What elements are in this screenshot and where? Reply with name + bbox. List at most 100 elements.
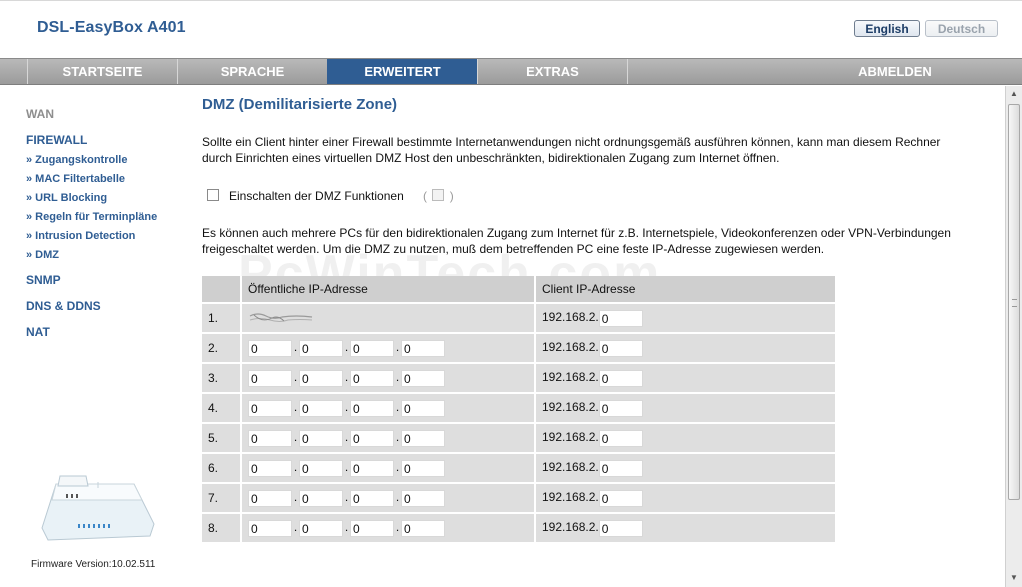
brand-title: DSL-EasyBox A401: [37, 19, 186, 36]
client-ip-prefix: 192.168.2.: [542, 520, 599, 535]
public-ip-octet-2[interactable]: 0: [299, 429, 343, 447]
deutsch-button[interactable]: Deutsch: [925, 20, 998, 37]
router-device-image: [41, 475, 155, 541]
dmz-status-indicator: ( ): [423, 189, 454, 203]
client-ip-input[interactable]: 0: [598, 339, 643, 357]
scroll-down-icon[interactable]: ▼: [1006, 570, 1022, 586]
public-ip-octet-2[interactable]: 0: [299, 339, 343, 357]
col-client-ip-header: Client IP-Adresse: [534, 276, 835, 302]
client-ip-cell: 192.168.2. 0: [534, 422, 835, 452]
client-ip-prefix: 192.168.2.: [542, 340, 599, 355]
paren-close: ): [449, 189, 454, 203]
table-row: 6. 0.0.0.0 192.168.2. 0: [202, 452, 835, 482]
public-ip-octet-2[interactable]: 0: [299, 369, 343, 387]
client-ip-input[interactable]: 0: [598, 309, 643, 327]
public-ip-octet-3[interactable]: 0: [350, 399, 394, 417]
public-ip-octet-4[interactable]: 0: [401, 399, 445, 417]
client-ip-input[interactable]: 0: [598, 519, 643, 537]
client-ip-prefix: 192.168.2.: [542, 310, 599, 325]
client-ip-cell: 192.168.2. 0: [534, 362, 835, 392]
dmz-table: Öffentliche IP-Adresse Client IP-Adresse…: [202, 276, 835, 542]
public-ip-octet-2[interactable]: 0: [299, 519, 343, 537]
public-ip-cell: 0.0.0.0: [240, 482, 534, 512]
public-ip-octet-2[interactable]: 0: [299, 489, 343, 507]
scrollbar-thumb[interactable]: [1008, 104, 1020, 500]
client-ip-prefix: 192.168.2.: [542, 400, 599, 415]
col-num-header: [202, 276, 240, 302]
sidebar-item-firewall[interactable]: FIREWALL: [26, 133, 87, 147]
client-ip-input[interactable]: 0: [598, 489, 643, 507]
nav-sprache[interactable]: SPRACHE: [177, 59, 327, 84]
page-title: DMZ (Demilitarisierte Zone): [202, 96, 398, 113]
nav-startseite[interactable]: STARTSEITE: [27, 59, 177, 84]
public-ip-octet-1[interactable]: 0: [248, 339, 292, 357]
client-ip-input[interactable]: 0: [598, 429, 643, 447]
paren-open: (: [423, 189, 427, 203]
row-number: 6.: [202, 452, 240, 482]
row-number: 1.: [202, 302, 240, 332]
enable-dmz-checkbox[interactable]: [207, 189, 219, 201]
client-ip-cell: 192.168.2. 0: [534, 512, 835, 542]
public-ip-octet-3[interactable]: 0: [350, 459, 394, 477]
public-ip-octet-3[interactable]: 0: [350, 429, 394, 447]
table-row: 7. 0.0.0.0 192.168.2. 0: [202, 482, 835, 512]
nav-erweitert[interactable]: ERWEITERT: [327, 59, 477, 84]
client-ip-prefix: 192.168.2.: [542, 490, 599, 505]
public-ip-octet-4[interactable]: 0: [401, 489, 445, 507]
client-ip-cell: 192.168.2. 0: [534, 332, 835, 362]
public-ip-octet-3[interactable]: 0: [350, 519, 394, 537]
sidebar-item-url-blocking[interactable]: » URL Blocking: [26, 192, 107, 204]
public-ip-octet-3[interactable]: 0: [350, 339, 394, 357]
public-ip-octet-1[interactable]: 0: [248, 519, 292, 537]
client-ip-cell: 192.168.2. 0: [534, 392, 835, 422]
firmware-version: Firmware Version:10.02.511: [31, 559, 156, 570]
vertical-scrollbar[interactable]: ▲ ▼: [1005, 86, 1022, 587]
main-content: PcWinTech.com DMZ (Demilitarisierte Zone…: [190, 86, 1005, 587]
nav-abmelden[interactable]: ABMELDEN: [627, 59, 1022, 84]
public-ip-octet-3[interactable]: 0: [350, 489, 394, 507]
sidebar-item-dns-ddns[interactable]: DNS & DDNS: [26, 299, 101, 313]
sidebar: WAN FIREWALL » Zugangskontrolle » MAC Fi…: [0, 86, 190, 587]
public-ip-octet-4[interactable]: 0: [401, 369, 445, 387]
public-ip-cell: 0.0.0.0: [240, 362, 534, 392]
public-ip-octet-1[interactable]: 0: [248, 399, 292, 417]
redacted-ip-scribble: [249, 313, 313, 323]
sidebar-item-intrusion-detection[interactable]: » Intrusion Detection: [26, 230, 135, 242]
public-ip-octet-2[interactable]: 0: [299, 459, 343, 477]
public-ip-cell: [240, 302, 534, 332]
row-number: 4.: [202, 392, 240, 422]
public-ip-octet-1[interactable]: 0: [248, 459, 292, 477]
client-ip-input[interactable]: 0: [598, 459, 643, 477]
sidebar-item-nat[interactable]: NAT: [26, 325, 50, 339]
sidebar-item-mac-filtertabelle[interactable]: » MAC Filtertabelle: [26, 173, 125, 185]
client-ip-prefix: 192.168.2.: [542, 460, 599, 475]
public-ip-octet-1[interactable]: 0: [248, 489, 292, 507]
public-ip-cell: 0.0.0.0: [240, 332, 534, 362]
sidebar-item-terminplaene[interactable]: » Regeln für Terminpläne: [26, 211, 157, 223]
client-ip-input[interactable]: 0: [598, 399, 643, 417]
public-ip-cell: 0.0.0.0: [240, 512, 534, 542]
client-ip-input[interactable]: 0: [598, 369, 643, 387]
english-button[interactable]: English: [854, 20, 920, 37]
public-ip-octet-4[interactable]: 0: [401, 519, 445, 537]
client-ip-cell: 192.168.2. 0: [534, 452, 835, 482]
public-ip-octet-2[interactable]: 0: [299, 399, 343, 417]
public-ip-octet-1[interactable]: 0: [248, 429, 292, 447]
nav-extras[interactable]: EXTRAS: [477, 59, 627, 84]
sidebar-item-snmp[interactable]: SNMP: [26, 273, 61, 287]
public-ip-octet-4[interactable]: 0: [401, 459, 445, 477]
public-ip-octet-1[interactable]: 0: [248, 369, 292, 387]
public-ip-octet-4[interactable]: 0: [401, 339, 445, 357]
enable-dmz-label: Einschalten der DMZ Funktionen: [229, 189, 404, 203]
sidebar-item-zugangskontrolle[interactable]: » Zugangskontrolle: [26, 154, 127, 166]
table-row: 4. 0.0.0.0 192.168.2. 0: [202, 392, 835, 422]
sidebar-item-wan[interactable]: WAN: [26, 107, 54, 121]
public-ip-octet-4[interactable]: 0: [401, 429, 445, 447]
scroll-up-icon[interactable]: ▲: [1006, 86, 1022, 102]
main-nav: STARTSEITE SPRACHE ERWEITERT EXTRAS ABME…: [0, 58, 1022, 85]
sidebar-item-dmz[interactable]: » DMZ: [26, 249, 59, 261]
public-ip-octet-3[interactable]: 0: [350, 369, 394, 387]
col-public-ip-header: Öffentliche IP-Adresse: [240, 276, 534, 302]
table-row: 3. 0.0.0.0 192.168.2. 0: [202, 362, 835, 392]
public-ip-cell: 0.0.0.0: [240, 422, 534, 452]
